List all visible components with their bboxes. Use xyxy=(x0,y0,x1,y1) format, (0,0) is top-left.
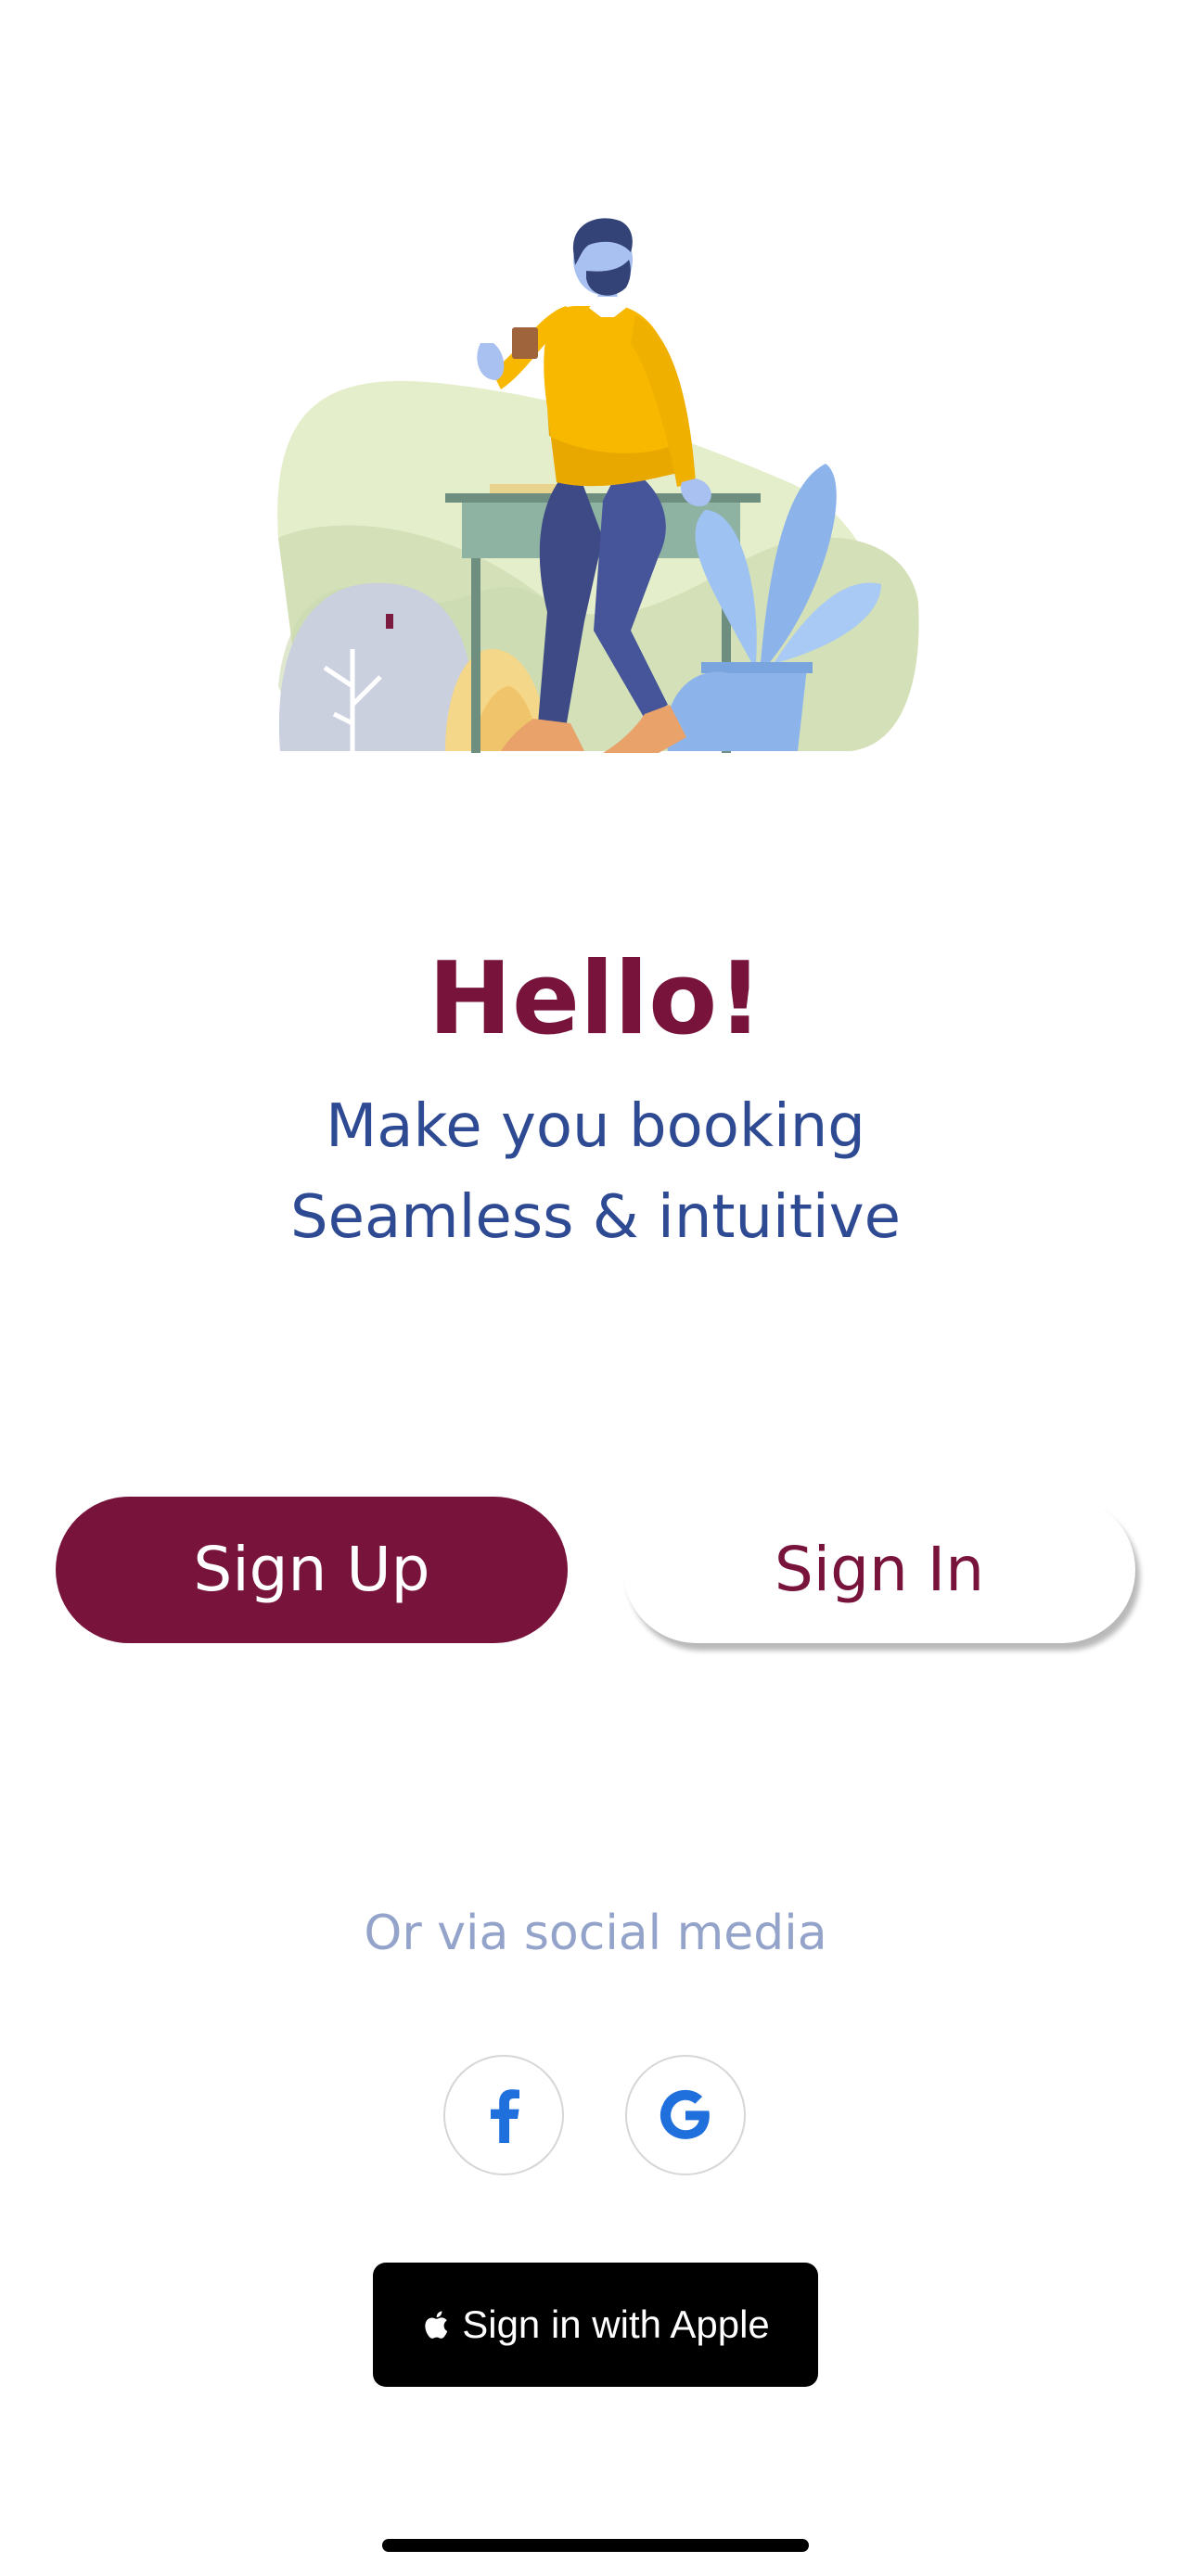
apple-icon xyxy=(425,2311,448,2339)
google-login-button[interactable] xyxy=(625,2055,746,2175)
home-indicator xyxy=(382,2539,809,2552)
subtitle-line-1: Make you booking xyxy=(326,1092,865,1161)
facebook-login-button[interactable] xyxy=(443,2055,564,2175)
hero-illustration xyxy=(269,204,937,760)
social-divider-text: Or via social media xyxy=(364,1906,827,1961)
sign-in-with-apple-button[interactable]: Sign in with Apple xyxy=(373,2263,818,2387)
welcome-screen: Hello! Make you booking Seamless & intui… xyxy=(0,0,1191,2576)
apple-sign-in-label: Sign in with Apple xyxy=(462,2302,770,2346)
sign-up-button[interactable]: Sign Up xyxy=(56,1497,568,1643)
facebook-icon xyxy=(491,2089,519,2143)
sign-in-button[interactable]: Sign In xyxy=(623,1497,1135,1643)
page-title: Hello! xyxy=(428,941,763,1057)
google-icon xyxy=(660,2089,710,2139)
subtitle-line-2: Seamless & intuitive xyxy=(290,1183,901,1252)
